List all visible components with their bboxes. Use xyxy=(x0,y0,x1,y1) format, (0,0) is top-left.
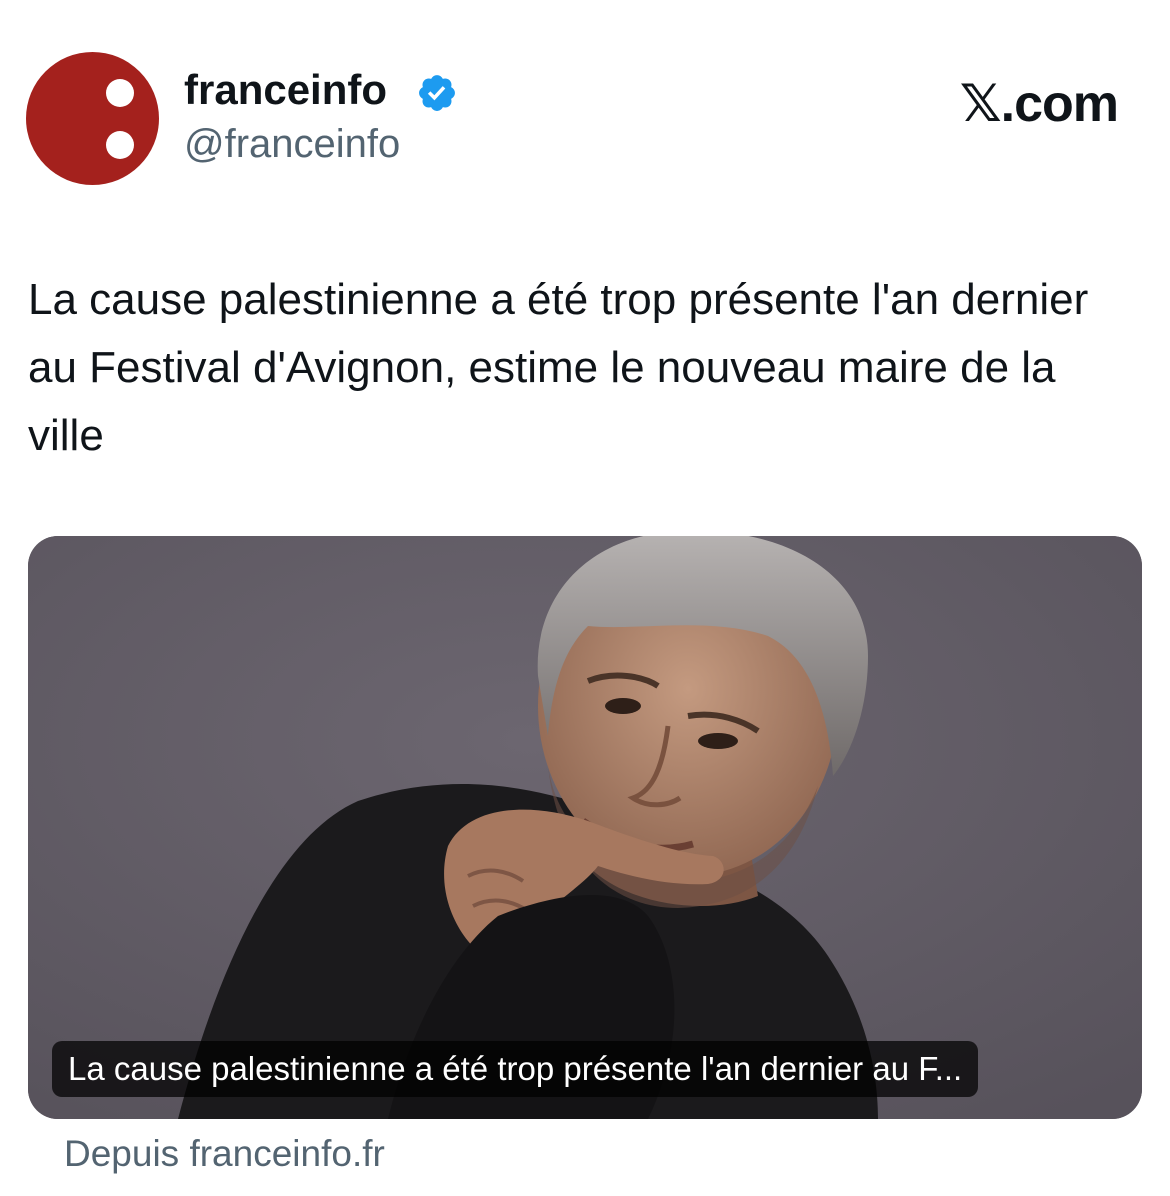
avatar-dot-top xyxy=(106,79,134,107)
author-name[interactable]: franceinfo xyxy=(184,66,387,114)
link-preview-card[interactable]: La cause palestinienne a été trop présen… xyxy=(28,536,1142,1119)
x-com-logo: 𝕏.com xyxy=(959,74,1119,134)
franceinfo-avatar[interactable] xyxy=(26,52,159,185)
post-text: La cause palestinienne a été trop présen… xyxy=(28,275,1089,460)
avatar-dot-bottom xyxy=(106,131,134,159)
x-logo-text: .com xyxy=(1000,75,1119,133)
link-source-domain[interactable]: Depuis franceinfo.fr xyxy=(64,1133,385,1175)
portrait-photo xyxy=(28,536,1142,1119)
post-card: franceinfo @franceinfo 𝕏.com La cause pa… xyxy=(0,0,1170,1196)
media-caption: La cause palestinienne a été trop présen… xyxy=(52,1041,979,1097)
x-logo-icon: 𝕏 xyxy=(959,74,1002,134)
verified-badge-icon xyxy=(419,75,455,111)
author-handle[interactable]: @franceinfo xyxy=(184,122,400,167)
